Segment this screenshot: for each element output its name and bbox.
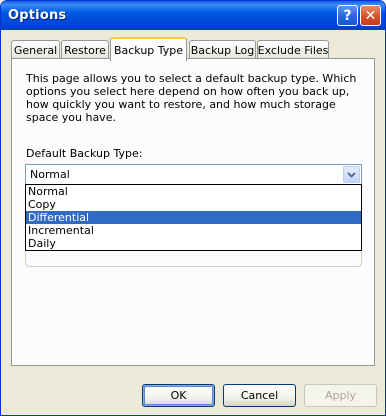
tab-exclude-files[interactable]: Exclude Files	[257, 40, 329, 59]
close-icon: ✕	[364, 7, 377, 24]
option-incremental[interactable]: Incremental	[26, 224, 361, 237]
options-dialog: Options ? ✕ General Restore Backup Type …	[0, 0, 386, 416]
tab-restore[interactable]: Restore	[61, 40, 109, 59]
tab-backup-type[interactable]: Backup Type	[110, 37, 187, 61]
backup-type-panel: This page allows you to select a default…	[11, 58, 375, 366]
option-copy[interactable]: Copy	[26, 198, 361, 211]
option-differential[interactable]: Differential	[26, 211, 361, 224]
option-daily[interactable]: Daily	[26, 237, 361, 250]
option-normal[interactable]: Normal	[26, 185, 361, 198]
help-icon: ?	[343, 7, 352, 24]
group-frame	[25, 250, 362, 267]
help-button[interactable]: ?	[337, 5, 358, 26]
backup-type-value: Normal	[30, 168, 70, 181]
backup-type-dropdown-list: Normal Copy Differential Incremental Dai…	[25, 184, 362, 251]
ok-button[interactable]: OK	[142, 384, 215, 407]
description-text: This page allows you to select a default…	[26, 72, 357, 124]
backup-type-select[interactable]: Normal	[25, 164, 362, 185]
chevron-down-icon	[347, 171, 356, 178]
title-bar[interactable]: Options ? ✕	[1, 1, 385, 30]
apply-button[interactable]: Apply	[304, 384, 377, 407]
cancel-button[interactable]: Cancel	[223, 384, 296, 407]
tab-backup-log[interactable]: Backup Log	[189, 40, 256, 59]
tab-general[interactable]: General	[11, 40, 60, 59]
dropdown-button[interactable]	[343, 166, 360, 183]
default-backup-type-label: Default Backup Type:	[26, 147, 143, 160]
close-button[interactable]: ✕	[360, 5, 381, 26]
window-title: Options	[8, 8, 67, 23]
